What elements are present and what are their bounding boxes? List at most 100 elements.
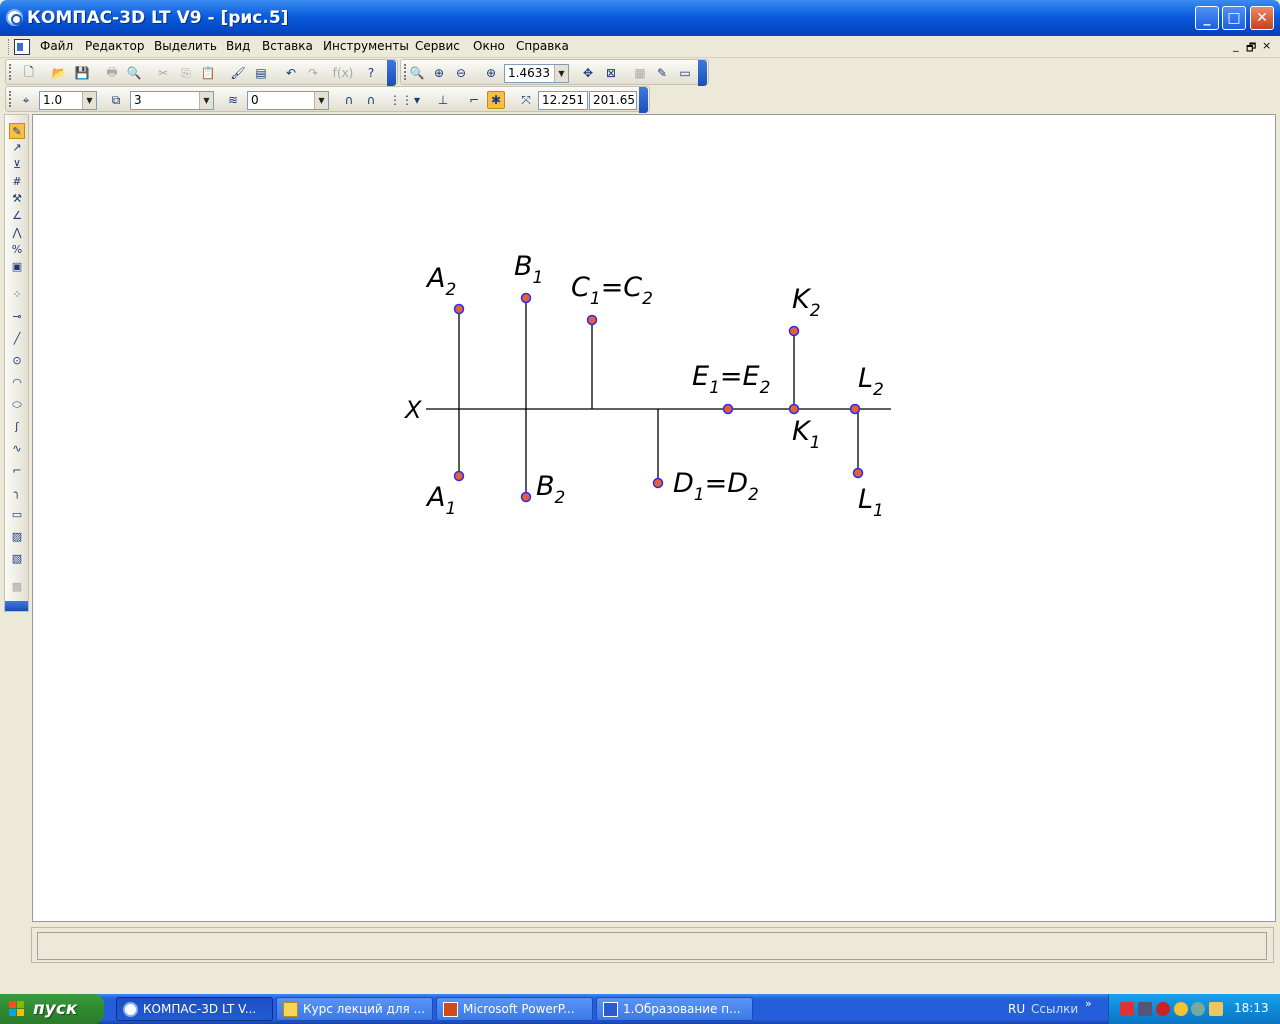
spec-panel-icon[interactable]: % (9, 242, 25, 258)
menu-window[interactable]: Окно (473, 39, 505, 53)
notation-panel-icon[interactable]: ⊻ (9, 157, 25, 173)
local-snap-icon[interactable]: ∩ (340, 91, 358, 109)
zoom-out-icon[interactable]: ⊖ (452, 64, 470, 82)
task-powerpoint[interactable]: Microsoft PowerP... (436, 997, 593, 1021)
document-icon[interactable] (14, 39, 30, 55)
messenger-icon[interactable] (1174, 1002, 1188, 1016)
zoom-scale-select[interactable]: 1.4633 ▼ (504, 64, 569, 83)
parametrization-panel-icon[interactable]: ⚒ (9, 191, 25, 207)
chevron-down-icon[interactable]: ▼ (554, 65, 568, 82)
global-snap-icon[interactable]: ∩ (362, 91, 380, 109)
zoom-window-icon[interactable]: 🔍 (408, 64, 426, 82)
menu-help[interactable]: Справка (516, 39, 569, 53)
coord-y-field[interactable]: 201.65 (589, 91, 637, 110)
menu-insert[interactable]: Вставка (262, 39, 313, 53)
menu-view[interactable]: Вид (226, 39, 250, 53)
task-kompas[interactable]: КОМПАС-3D LT V... (116, 997, 273, 1021)
point-tool-icon[interactable]: ⁘ (9, 287, 25, 303)
dimensions-panel-icon[interactable]: ↗ (9, 140, 25, 156)
toolbar-grip[interactable] (404, 64, 407, 80)
auxiliary-line-icon[interactable]: ⊸ (9, 309, 25, 325)
print-icon[interactable]: 🖶 (103, 64, 121, 82)
toolbar-chevron-icon[interactable] (387, 60, 396, 86)
report-panel-icon[interactable]: ▣ (9, 259, 25, 275)
grid-icon[interactable]: ⋮⋮ (389, 91, 413, 109)
toolbar-grip[interactable] (9, 64, 12, 80)
mdi-minimize-button[interactable]: _ (1233, 39, 1239, 52)
antivirus-icon[interactable] (1120, 1002, 1134, 1016)
view-select[interactable]: 3 ▼ (130, 91, 214, 110)
undo-icon[interactable]: ↶ (282, 64, 300, 82)
pan-icon[interactable]: ✥ (579, 64, 597, 82)
cursor-step-icon[interactable]: ⌖ (17, 91, 35, 109)
update-icon[interactable] (1209, 1002, 1223, 1016)
links-toolbar[interactable]: Ссылки (1031, 1002, 1078, 1016)
drawing-canvas[interactable]: X A2 A1 B1 B2 C1=C2 D1=D2 E1=E2 K2 K1 L2… (32, 114, 1276, 922)
fillet-tool-icon[interactable]: ╮ (9, 485, 25, 501)
measure-panel-icon[interactable]: ∠ (9, 208, 25, 224)
close-button[interactable]: ✕ (1250, 6, 1274, 30)
links-chevron-icon[interactable]: » (1085, 997, 1092, 1010)
volume-icon[interactable] (1156, 1002, 1170, 1016)
chevron-down-icon[interactable]: ▼ (82, 92, 96, 109)
menu-file[interactable]: Файл (40, 39, 73, 53)
redo-icon[interactable]: ↷ (304, 64, 322, 82)
spline-tool-icon[interactable]: ∿ (9, 441, 25, 457)
panel-chevron-icon[interactable] (5, 601, 28, 611)
arc-tool-icon[interactable]: ◠ (9, 375, 25, 391)
chamfer-tool-icon[interactable]: ⌐ (9, 463, 25, 479)
zoom-scale-icon[interactable]: ⊕ (482, 64, 500, 82)
display-icon[interactable]: ▭ (676, 64, 694, 82)
minimize-button[interactable]: _ (1195, 6, 1219, 30)
new-document-icon[interactable]: 🗋 (20, 64, 38, 82)
show-all-icon[interactable]: ⊠ (602, 64, 620, 82)
menu-editor[interactable]: Редактор (85, 39, 144, 53)
chevron-down-icon[interactable]: ▼ (199, 92, 213, 109)
refresh-icon[interactable]: ▦ (631, 64, 649, 82)
grid-chevron-down-icon[interactable]: ▾ (412, 91, 422, 109)
toolbar-grip[interactable] (9, 91, 12, 107)
paste-icon[interactable]: 📋 (199, 64, 217, 82)
ellipse-tool-icon[interactable]: ⬭ (9, 397, 25, 413)
shield-icon[interactable] (1191, 1002, 1205, 1016)
polyline-tool-icon[interactable]: ʃ (9, 419, 25, 435)
fill-tool-icon[interactable]: ▧ (9, 551, 25, 567)
select-panel-icon[interactable]: ⋀ (9, 225, 25, 241)
kompas-app-icon[interactable] (6, 9, 23, 26)
cursor-step-select[interactable]: 1.0 ▼ (39, 91, 97, 110)
drawing-svg[interactable]: X A2 A1 B1 B2 C1=C2 D1=D2 E1=E2 K2 K1 L2… (33, 115, 1277, 923)
macro-tool-icon[interactable]: ▩ (9, 579, 25, 595)
toolbar-chevron-icon[interactable] (639, 87, 648, 113)
layer-icon[interactable]: ≋ (224, 91, 242, 109)
mdi-close-button[interactable]: × (1262, 39, 1271, 52)
editing-panel-icon[interactable]: # (9, 174, 25, 190)
hatch-tool-icon[interactable]: ▨ (9, 529, 25, 545)
open-folder-icon[interactable]: 📂 (50, 64, 68, 82)
view-number-icon[interactable]: ⧉ (107, 91, 125, 109)
task-word[interactable]: 1.Образование п... (596, 997, 753, 1021)
maximize-button[interactable]: □ (1222, 6, 1246, 30)
menu-service[interactable]: Сервис (415, 39, 460, 53)
parametric-mode-icon[interactable]: ✱ (487, 91, 505, 109)
segment-tool-icon[interactable]: ╱ (9, 331, 25, 347)
print-preview-icon[interactable]: 🔍 (125, 64, 143, 82)
save-icon[interactable]: 💾 (73, 64, 91, 82)
start-button[interactable]: пуск (0, 994, 104, 1024)
chevron-down-icon[interactable]: ▼ (314, 92, 328, 109)
coord-x-field[interactable]: 12.251 (538, 91, 588, 110)
coordinates-icon[interactable]: ⤧ (517, 91, 535, 109)
language-indicator[interactable]: RU (1008, 1002, 1025, 1016)
menu-tools[interactable]: Инструменты (323, 39, 409, 53)
geometry-panel-icon[interactable]: ✎ (9, 123, 25, 139)
layer-select[interactable]: 0 ▼ (247, 91, 329, 110)
zoom-in-icon[interactable]: ⊕ (430, 64, 448, 82)
mdi-restore-button[interactable]: 🗗 (1246, 39, 1256, 58)
rectangle-tool-icon[interactable]: ▭ (9, 507, 25, 523)
task-folder[interactable]: Курс лекций для ... (276, 997, 433, 1021)
cut-icon[interactable]: ✂ (154, 64, 172, 82)
toolbar-chevron-icon[interactable] (698, 60, 707, 86)
network-icon[interactable] (1138, 1002, 1152, 1016)
manager-icon[interactable]: ▤ (252, 64, 270, 82)
menu-select[interactable]: Выделить (154, 39, 217, 53)
circle-tool-icon[interactable]: ⊙ (9, 353, 25, 369)
